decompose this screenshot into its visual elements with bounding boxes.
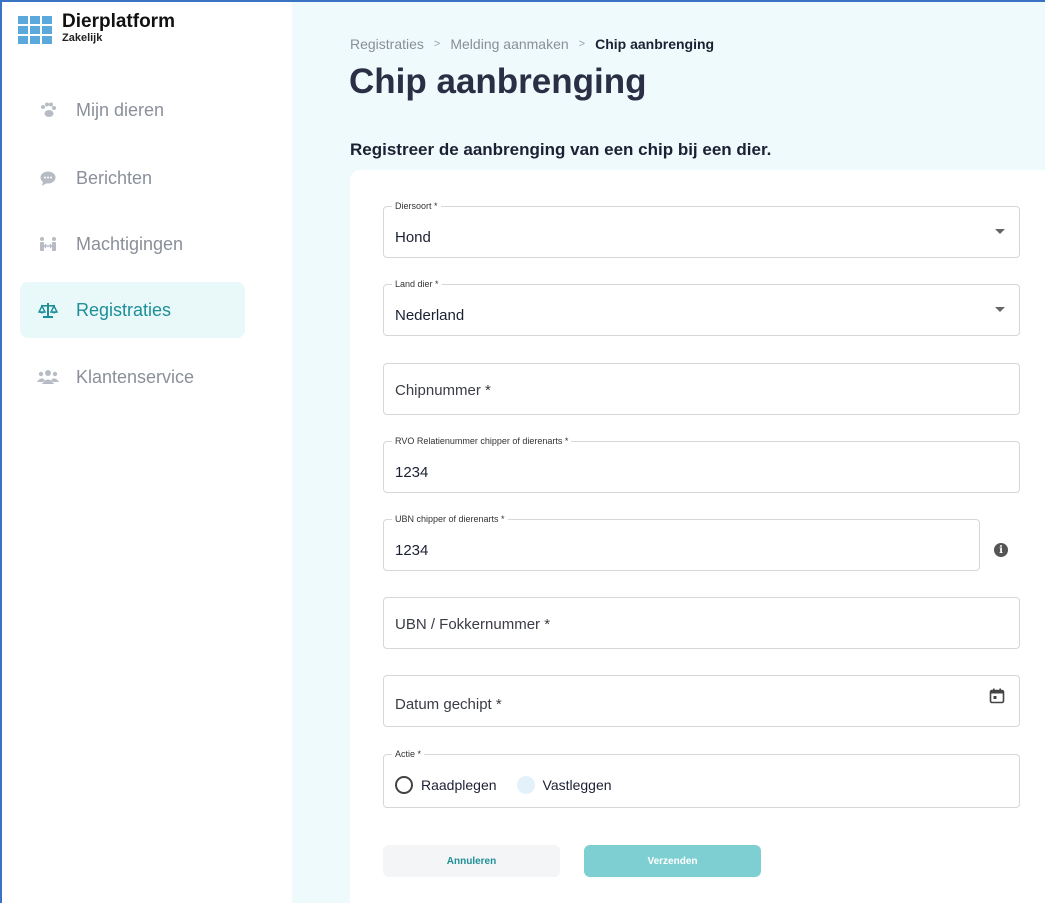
sidebar-item-klantenservice[interactable]: Klantenservice (20, 349, 245, 405)
calendar-icon[interactable] (989, 688, 1005, 704)
field-label: Land dier * (392, 279, 442, 289)
breadcrumb-item-current: Chip aanbrenging (595, 36, 715, 52)
input-value: 1234 (395, 464, 429, 481)
radio-raadplegen[interactable] (395, 776, 413, 794)
app-name: Dierplatform (62, 11, 175, 32)
logo-grid-icon (18, 16, 52, 44)
actie-radio-group: Actie * Raadplegen Vastleggen (383, 749, 1020, 808)
select-value: Hond (395, 229, 431, 246)
radio-label[interactable]: Raadplegen (421, 777, 497, 793)
breadcrumb-item-registraties[interactable]: Registraties (350, 36, 424, 52)
radio-vastleggen[interactable] (516, 776, 535, 794)
field-label: RVO Relatienummer chipper of dierenarts … (392, 436, 572, 446)
field-label: Actie * (392, 749, 425, 759)
sidebar-item-mijn-dieren[interactable]: Mijn dieren (20, 82, 245, 138)
cancel-button[interactable]: Annuleren (383, 845, 560, 877)
chevron-down-icon (995, 307, 1005, 312)
sidebar-item-label: Mijn dieren (76, 99, 165, 120)
form-card: Diersoort * Hond Land dier * Nederland C… (350, 170, 1045, 903)
diersoort-select[interactable]: Diersoort * Hond (383, 201, 1020, 258)
page-title: Chip aanbrenging (349, 62, 647, 101)
input-value: 1234 (395, 542, 429, 559)
app-subtitle: Zakelijk (62, 32, 103, 44)
land-dier-select[interactable]: Land dier * Nederland (383, 279, 1020, 336)
sidebar-item-label: Registraties (76, 299, 172, 320)
chipnummer-input[interactable]: Chipnummer * (383, 363, 1020, 415)
app-window: Dierplatform Zakelijk Mijn dieren Berich… (0, 0, 1045, 903)
chevron-down-icon (995, 229, 1005, 234)
sidebar: Dierplatform Zakelijk Mijn dieren Berich… (2, 2, 292, 903)
paw-icon (36, 100, 60, 120)
datum-gechipt-input[interactable]: Datum gechipt * (383, 675, 1020, 727)
chat-bubble-icon (36, 168, 60, 188)
rvo-relatienummer-input[interactable]: RVO Relatienummer chipper of dierenarts … (383, 436, 1020, 493)
breadcrumb-separator: > (433, 38, 441, 50)
input-placeholder: UBN / Fokkernummer * (395, 616, 551, 633)
ubn-chipper-input[interactable]: UBN chipper of dierenarts * 1234 (383, 514, 980, 571)
breadcrumb: Registraties > Melding aanmaken > Chip a… (350, 36, 714, 52)
info-icon[interactable]: i (994, 543, 1008, 557)
input-placeholder: Datum gechipt * (395, 696, 502, 713)
sidebar-item-machtigingen[interactable]: Machtigingen (20, 216, 245, 272)
field-label: Diersoort * (392, 201, 441, 211)
main-content: Registraties > Melding aanmaken > Chip a… (292, 2, 1045, 903)
sidebar-item-label: Klantenservice (76, 366, 195, 387)
submit-button[interactable]: Verzenden (584, 845, 761, 877)
radio-label[interactable]: Vastleggen (543, 777, 612, 793)
sidebar-item-label: Berichten (76, 167, 153, 188)
select-value: Nederland (395, 307, 465, 324)
app-logo[interactable]: Dierplatform Zakelijk (18, 12, 175, 44)
breadcrumb-item-melding-aanmaken[interactable]: Melding aanmaken (450, 36, 568, 52)
balance-scale-icon (36, 300, 60, 320)
ubn-fokkernummer-input[interactable]: UBN / Fokkernummer * (383, 597, 1020, 649)
sidebar-item-label: Machtigingen (76, 233, 184, 254)
breadcrumb-separator: > (578, 38, 586, 50)
field-label: UBN chipper of dierenarts * (392, 514, 508, 524)
users-icon (36, 367, 60, 387)
sidebar-item-registraties[interactable]: Registraties (20, 282, 245, 338)
input-placeholder: Chipnummer * (395, 382, 491, 399)
page-subtitle: Registreer de aanbrenging van een chip b… (350, 140, 772, 159)
sidebar-item-berichten[interactable]: Berichten (20, 150, 245, 206)
people-arrows-icon (36, 234, 60, 254)
